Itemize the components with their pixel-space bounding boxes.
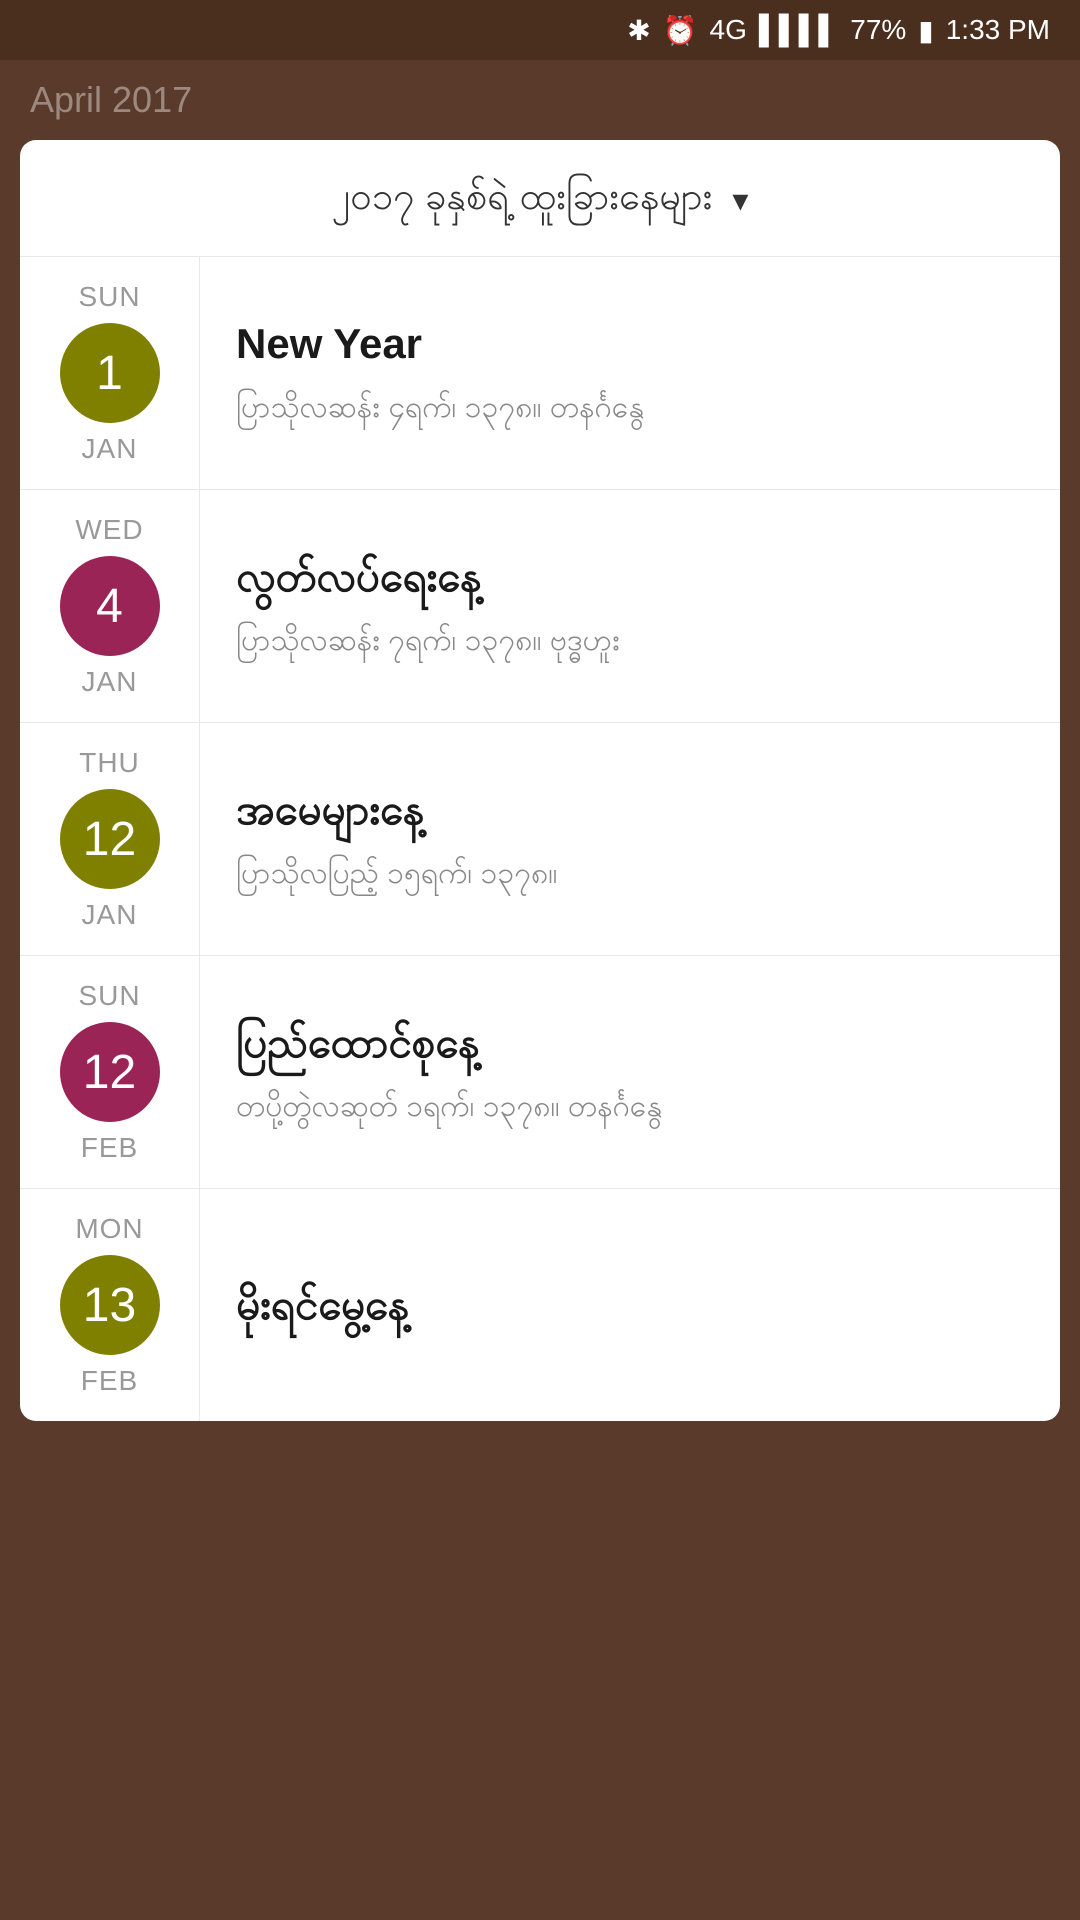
holiday-title: မိုးရင်မွေ့နေ့ — [236, 1278, 1024, 1333]
header-title: ၂၀၁၇ ခုနှစ်ရဲ့ ထူးခြားနေများ — [332, 172, 713, 228]
battery-icon: ▮ — [918, 14, 933, 47]
list-item[interactable]: SUN 1 JAN New Year ပြာသိုလဆန်း ၄ရက်၊ ၁၃၇… — [20, 257, 1060, 490]
holiday-title: ပြည်ထောင်စုနေ့ — [236, 1016, 1024, 1071]
holiday-desc: ပြာသိုလဆန်း ၇ရက်၊ ၁၃၇၈။ ဗုဒ္ဓဟူး — [236, 620, 1024, 662]
bluetooth-icon: ✱ — [627, 14, 650, 47]
list-item[interactable]: THU 12 JAN အမေများနေ့ ပြာသိုလပြည့် ၁၅ရက်… — [20, 723, 1060, 956]
content-column: ပြည်ထောင်စုနေ့ တပို့တွဲလဆုတ် ၁ရက်၊ ၁၃၇၈။… — [200, 956, 1060, 1188]
content-column: New Year ပြာသိုလဆန်း ၄ရက်၊ ၁၃၇၈။ တနင်္ဂန… — [200, 257, 1060, 489]
date-circle: 13 — [60, 1255, 160, 1355]
date-column: SUN 1 JAN — [20, 257, 200, 489]
signal-icon: ▌▌▌▌ — [759, 14, 838, 46]
network-indicator: 4G — [710, 14, 747, 46]
month-name: JAN — [82, 666, 138, 698]
status-bar: ✱ ⏰ 4G ▌▌▌▌ 77% ▮ 1:33 PM — [0, 0, 1080, 60]
holiday-desc: ပြာသိုလဆန်း ၄ရက်၊ ၁၃၇၈။ တနင်္ဂနွေ — [236, 387, 1024, 429]
clock: 1:33 PM — [946, 14, 1050, 46]
list-item[interactable]: MON 13 FEB မိုးရင်မွေ့နေ့ — [20, 1189, 1060, 1421]
content-column: လွတ်လပ်ရေးနေ့ ပြာသိုလဆန်း ၇ရက်၊ ၁၃၇၈။ ဗု… — [200, 490, 1060, 722]
chevron-down-icon[interactable]: ▾ — [732, 181, 748, 219]
month-name: FEB — [81, 1365, 138, 1397]
alarm-icon: ⏰ — [663, 14, 698, 47]
holiday-title: လွတ်လပ်ရေးနေ့ — [236, 550, 1024, 605]
holiday-list: SUN 1 JAN New Year ပြာသိုလဆန်း ၄ရက်၊ ၁၃၇… — [20, 257, 1060, 1421]
holiday-title: အမေများနေ့ — [236, 783, 1024, 838]
header[interactable]: ၂၀၁၇ ခုနှစ်ရဲ့ ထူးခြားနေများ ▾ — [20, 140, 1060, 257]
date-circle: 12 — [60, 789, 160, 889]
month-name: FEB — [81, 1132, 138, 1164]
holiday-desc: တပို့တွဲလဆုတ် ၁ရက်၊ ၁၃၇၈။ တနင်္ဂနွေ — [236, 1086, 1024, 1128]
date-column: THU 12 JAN — [20, 723, 200, 955]
date-circle: 12 — [60, 1022, 160, 1122]
day-name: THU — [79, 747, 140, 779]
day-name: SUN — [78, 980, 140, 1012]
content-column: မိုးရင်မွေ့နေ့ — [200, 1189, 1060, 1421]
background-title-area: April 2017 — [0, 60, 1080, 140]
content-column: အမေများနေ့ ပြာသိုလပြည့် ၁၅ရက်၊ ၁၃၇၈။ — [200, 723, 1060, 955]
day-name: WED — [75, 514, 143, 546]
holiday-desc: ပြာသိုလပြည့် ၁၅ရက်၊ ၁၃၇၈။ — [236, 853, 1024, 895]
date-circle: 1 — [60, 323, 160, 423]
date-column: SUN 12 FEB — [20, 956, 200, 1188]
holiday-title: New Year — [236, 317, 1024, 372]
date-column: WED 4 JAN — [20, 490, 200, 722]
month-name: JAN — [82, 433, 138, 465]
battery-level: 77% — [850, 14, 906, 46]
list-item[interactable]: SUN 12 FEB ပြည်ထောင်စုနေ့ တပို့တွဲလဆုတ် … — [20, 956, 1060, 1189]
date-circle: 4 — [60, 556, 160, 656]
day-name: MON — [75, 1213, 143, 1245]
list-item[interactable]: WED 4 JAN လွတ်လပ်ရေးနေ့ ပြာသိုလဆန်း ၇ရက်… — [20, 490, 1060, 723]
main-card: ၂၀၁၇ ခုနှစ်ရဲ့ ထူးခြားနေများ ▾ SUN 1 JAN… — [20, 140, 1060, 1421]
day-name: SUN — [78, 281, 140, 313]
background-title-text: April 2017 — [30, 79, 192, 121]
month-name: JAN — [82, 899, 138, 931]
date-column: MON 13 FEB — [20, 1189, 200, 1421]
